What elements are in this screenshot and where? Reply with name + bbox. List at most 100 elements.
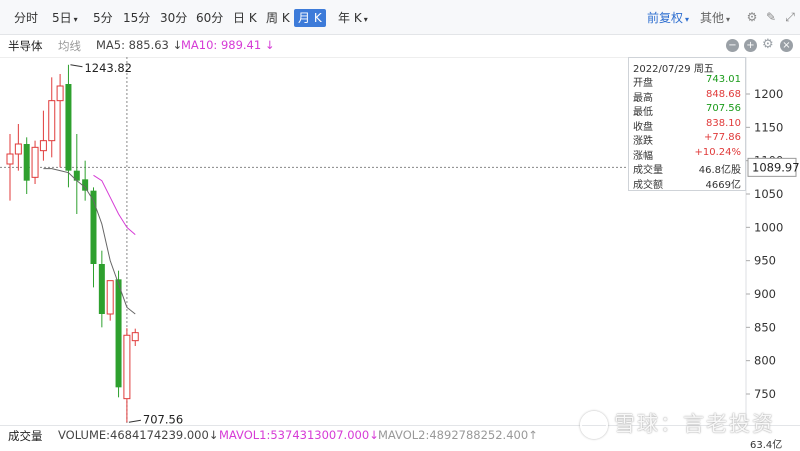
tooltip-value: 848.68	[706, 88, 741, 100]
tooltip-key: 开盘	[633, 78, 653, 89]
ma10-value: MA10: 989.41 ↓	[181, 38, 275, 52]
tooltip-date: 2022/07/29 周五	[633, 64, 714, 75]
tooltip-key: 成交量	[633, 165, 663, 176]
tab-period[interactable]: 5分	[89, 9, 117, 27]
ohlc-tooltip: 2022/07/29 周五 开盘 743.01 最高 848.68 最低 707.56 收盘…	[628, 57, 746, 191]
tab-period[interactable]: 日 K	[229, 9, 261, 27]
crosshair-price-label: 1089.97	[752, 160, 800, 174]
tooltip-row: 涨跌 +77.86	[633, 132, 741, 147]
candle-body	[82, 179, 89, 191]
candle-body	[56, 85, 64, 102]
mavol2-value: MAVOL2:4892788252.400↑	[378, 428, 538, 442]
tab-period[interactable]: 5日 ▾	[48, 9, 82, 27]
adjust-dropdown[interactable]: 前复权 ▾	[647, 9, 689, 27]
watermark: 雪球：言老投资	[580, 408, 775, 439]
y-tick-label: 1000	[754, 220, 783, 234]
candle-body	[115, 279, 122, 388]
period-toolbar: 分时 5日 ▾ 5分 15分 30分 60分日 K周 K月 K年 K ▾ 前复权 ▾ 其他 ▾ ⚙…	[0, 0, 800, 35]
candle-body	[6, 153, 14, 165]
candle-body	[48, 100, 56, 142]
y-tick-label: 900	[754, 287, 776, 301]
tab-label: 60分	[196, 11, 224, 25]
candle-body	[31, 146, 39, 178]
tooltip-key: 收盘	[633, 121, 653, 133]
tab-period[interactable]: 15分	[119, 9, 154, 27]
volume-label: 成交量	[8, 429, 43, 443]
volume-value: VOLUME:4684174239.000↓	[58, 428, 219, 442]
tooltip-key: 最低	[633, 107, 653, 118]
y-tick-label: 850	[754, 320, 776, 334]
chevron-down-icon: ▾	[363, 15, 368, 24]
min-price-label: 707.56	[143, 412, 183, 425]
gear-icon[interactable]: ⚙	[762, 37, 774, 52]
tooltip-key: 成交额	[633, 179, 663, 191]
other-dropdown[interactable]: 其他 ▾	[700, 9, 730, 27]
tooltip-row: 开盘 743.01	[633, 74, 741, 89]
tab-label: 月 K	[298, 11, 322, 25]
tab-period[interactable]: 分时	[10, 9, 42, 27]
mavol1-value: MAVOL1:5374313007.000↓	[219, 428, 379, 442]
candle-body	[23, 144, 30, 181]
tooltip-value: 838.10	[706, 117, 741, 129]
tooltip-row: 成交额 4669亿	[633, 176, 741, 191]
stock-name: 半导体	[8, 39, 43, 53]
tooltip-value: 707.56	[706, 103, 741, 114]
gear-icon[interactable]: ⚙	[744, 9, 760, 25]
y-tick-label: 1050	[754, 187, 783, 201]
tab-label: 15分	[123, 11, 151, 25]
minus-icon[interactable]: −	[726, 39, 739, 52]
y-tick-label: 1150	[754, 120, 783, 134]
chevron-down-icon: ▾	[685, 15, 690, 24]
candle-body	[14, 143, 22, 155]
chevron-down-icon: ▾	[726, 15, 731, 24]
close-icon[interactable]: ×	[780, 39, 793, 52]
candle-body	[123, 334, 131, 400]
tooltip-key: 涨跌	[633, 136, 653, 147]
fullscreen-icon[interactable]: ⤢	[782, 9, 798, 25]
ma10-line	[93, 174, 136, 236]
ma-toggle[interactable]: 均线	[58, 38, 81, 54]
tab-label: 5日	[52, 11, 72, 25]
tooltip-value: 46.8亿股	[698, 165, 741, 176]
tab-label: 5分	[93, 11, 113, 25]
tooltip-row: 收盘 838.10	[633, 117, 741, 133]
tooltip-value: +10.24%	[694, 146, 741, 158]
tab-label: 日 K	[233, 11, 257, 25]
draw-pen-icon[interactable]: ✎	[763, 9, 779, 25]
min-marker-line	[128, 419, 141, 423]
tab-label: 分时	[14, 11, 39, 25]
tooltip-row: 涨幅 +10.24%	[633, 146, 741, 162]
max-marker-line	[70, 64, 83, 68]
watermark-text: 雪球：言老投资	[614, 412, 775, 436]
max-price-label: 1243.82	[84, 61, 132, 75]
ma5-value: MA5: 885.63 ↓	[96, 38, 183, 52]
y-tick-label: 1200	[754, 87, 783, 101]
tab-label: 30分	[160, 11, 188, 25]
candle-body	[98, 264, 105, 314]
adjust-label: 前复权	[647, 11, 684, 25]
tooltip-value: +77.86	[703, 132, 741, 143]
tooltip-row: 最低 707.56	[633, 103, 741, 118]
ma5-line	[43, 168, 136, 315]
tab-label: 周 K	[266, 11, 290, 25]
y-tick-label: 750	[754, 387, 776, 401]
snowball-logo-icon	[580, 411, 608, 439]
tooltip-key: 最高	[633, 92, 653, 104]
tab-period[interactable]: 月 K	[294, 9, 326, 27]
tab-period[interactable]: 60分	[192, 9, 227, 27]
plus-icon[interactable]: +	[744, 39, 757, 52]
y-tick-label: 950	[754, 254, 776, 268]
candle-body	[39, 140, 47, 152]
chevron-down-icon: ▾	[73, 15, 78, 24]
tab-period[interactable]: 周 K	[262, 9, 294, 27]
tooltip-value: 4669亿	[705, 179, 741, 191]
tooltip-key: 涨幅	[633, 150, 653, 162]
tooltip-value: 743.01	[706, 74, 741, 85]
tooltip-row: 成交量 46.8亿股	[633, 161, 741, 176]
candle-body	[131, 332, 139, 342]
y-tick-label: 800	[754, 354, 776, 368]
tab-period[interactable]: 30分	[156, 9, 191, 27]
tab-period[interactable]: 年 K ▾	[334, 9, 372, 27]
tab-label: 年 K	[338, 11, 362, 25]
indicator-bar: 半导体 均线 MA5: 885.63 ↓ MA10: 989.41 ↓ − + …	[0, 35, 800, 58]
